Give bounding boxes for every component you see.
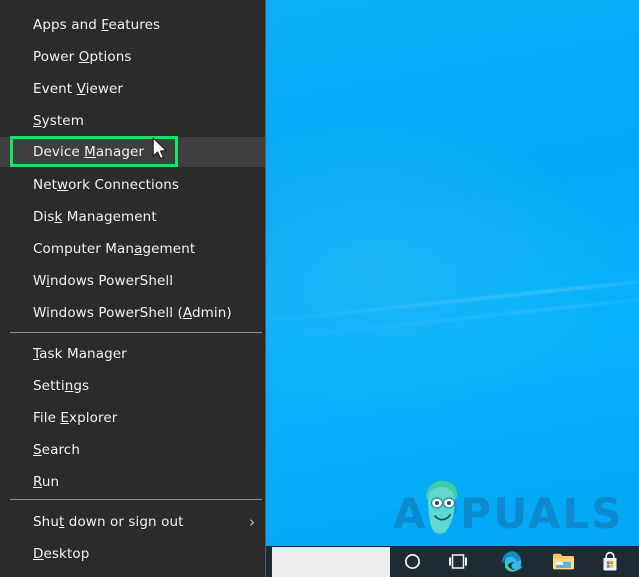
menu-item-settings[interactable]: Settings (0, 371, 265, 401)
chevron-right-icon: › (249, 513, 255, 531)
win-x-power-user-menu: Apps and Features Power Options Event View… (0, 0, 266, 577)
menu-item-system[interactable]: System (0, 106, 265, 136)
microsoft-edge-icon[interactable] (493, 546, 531, 577)
menu-item-desktop[interactable]: Desktop (0, 539, 265, 569)
menu-item-search[interactable]: Search (0, 435, 265, 465)
cortana-icon[interactable] (393, 546, 431, 577)
wallpaper-glow (266, 120, 626, 420)
menu-item-shut-down-or-sign-out[interactable]: Shut down or sign out › (0, 507, 265, 537)
task-view-icon[interactable] (439, 546, 477, 577)
menu-item-label: Windows PowerShell (33, 273, 174, 289)
menu-item-label: Windows PowerShell (Admin) (33, 305, 232, 321)
menu-item-label: Event Viewer (33, 81, 124, 97)
desktop-wallpaper (266, 0, 639, 577)
menu-item-device-manager[interactable]: Device Manager (0, 137, 265, 167)
menu-item-power-options[interactable]: Power Options (0, 42, 265, 72)
menu-item-label: Desktop (33, 546, 90, 562)
microsoft-store-icon[interactable] (591, 546, 629, 577)
menu-item-windows-powershell-admin[interactable]: Windows PowerShell (Admin) (0, 298, 265, 328)
menu-item-apps-and-features[interactable]: Apps and Features (0, 10, 265, 40)
menu-item-label: System (33, 113, 84, 129)
menu-item-label: Apps and Features (33, 17, 161, 33)
menu-item-label: Power Options (33, 49, 132, 65)
menu-item-run[interactable]: Run (0, 467, 265, 497)
menu-item-label: Network Connections (33, 177, 179, 193)
menu-item-label: Shut down or sign out (33, 514, 184, 530)
menu-item-disk-management[interactable]: Disk Management (0, 202, 265, 232)
taskbar-search-input[interactable] (272, 547, 390, 577)
screenshot-root: APPUALS wsxdn.com (0, 0, 639, 577)
menu-item-event-viewer[interactable]: Event Viewer (0, 74, 265, 104)
menu-item-label: Computer Management (33, 241, 196, 257)
menu-separator (10, 332, 262, 333)
menu-item-label: Run (33, 474, 60, 490)
menu-item-network-connections[interactable]: Network Connections (0, 170, 265, 200)
menu-item-task-manager[interactable]: Task Manager (0, 339, 265, 369)
menu-item-label: Disk Management (33, 209, 157, 225)
taskbar (266, 546, 639, 577)
menu-item-file-explorer[interactable]: File Explorer (0, 403, 265, 433)
menu-item-label: Device Manager (33, 144, 145, 160)
menu-separator (10, 499, 262, 500)
menu-item-label: File Explorer (33, 410, 118, 426)
menu-item-label: Task Manager (33, 346, 127, 362)
file-explorer-icon[interactable] (544, 546, 582, 577)
menu-item-computer-management[interactable]: Computer Management (0, 234, 265, 264)
menu-item-label: Settings (33, 378, 90, 394)
menu-item-label: Search (33, 442, 80, 458)
menu-item-windows-powershell[interactable]: Windows PowerShell (0, 266, 265, 296)
